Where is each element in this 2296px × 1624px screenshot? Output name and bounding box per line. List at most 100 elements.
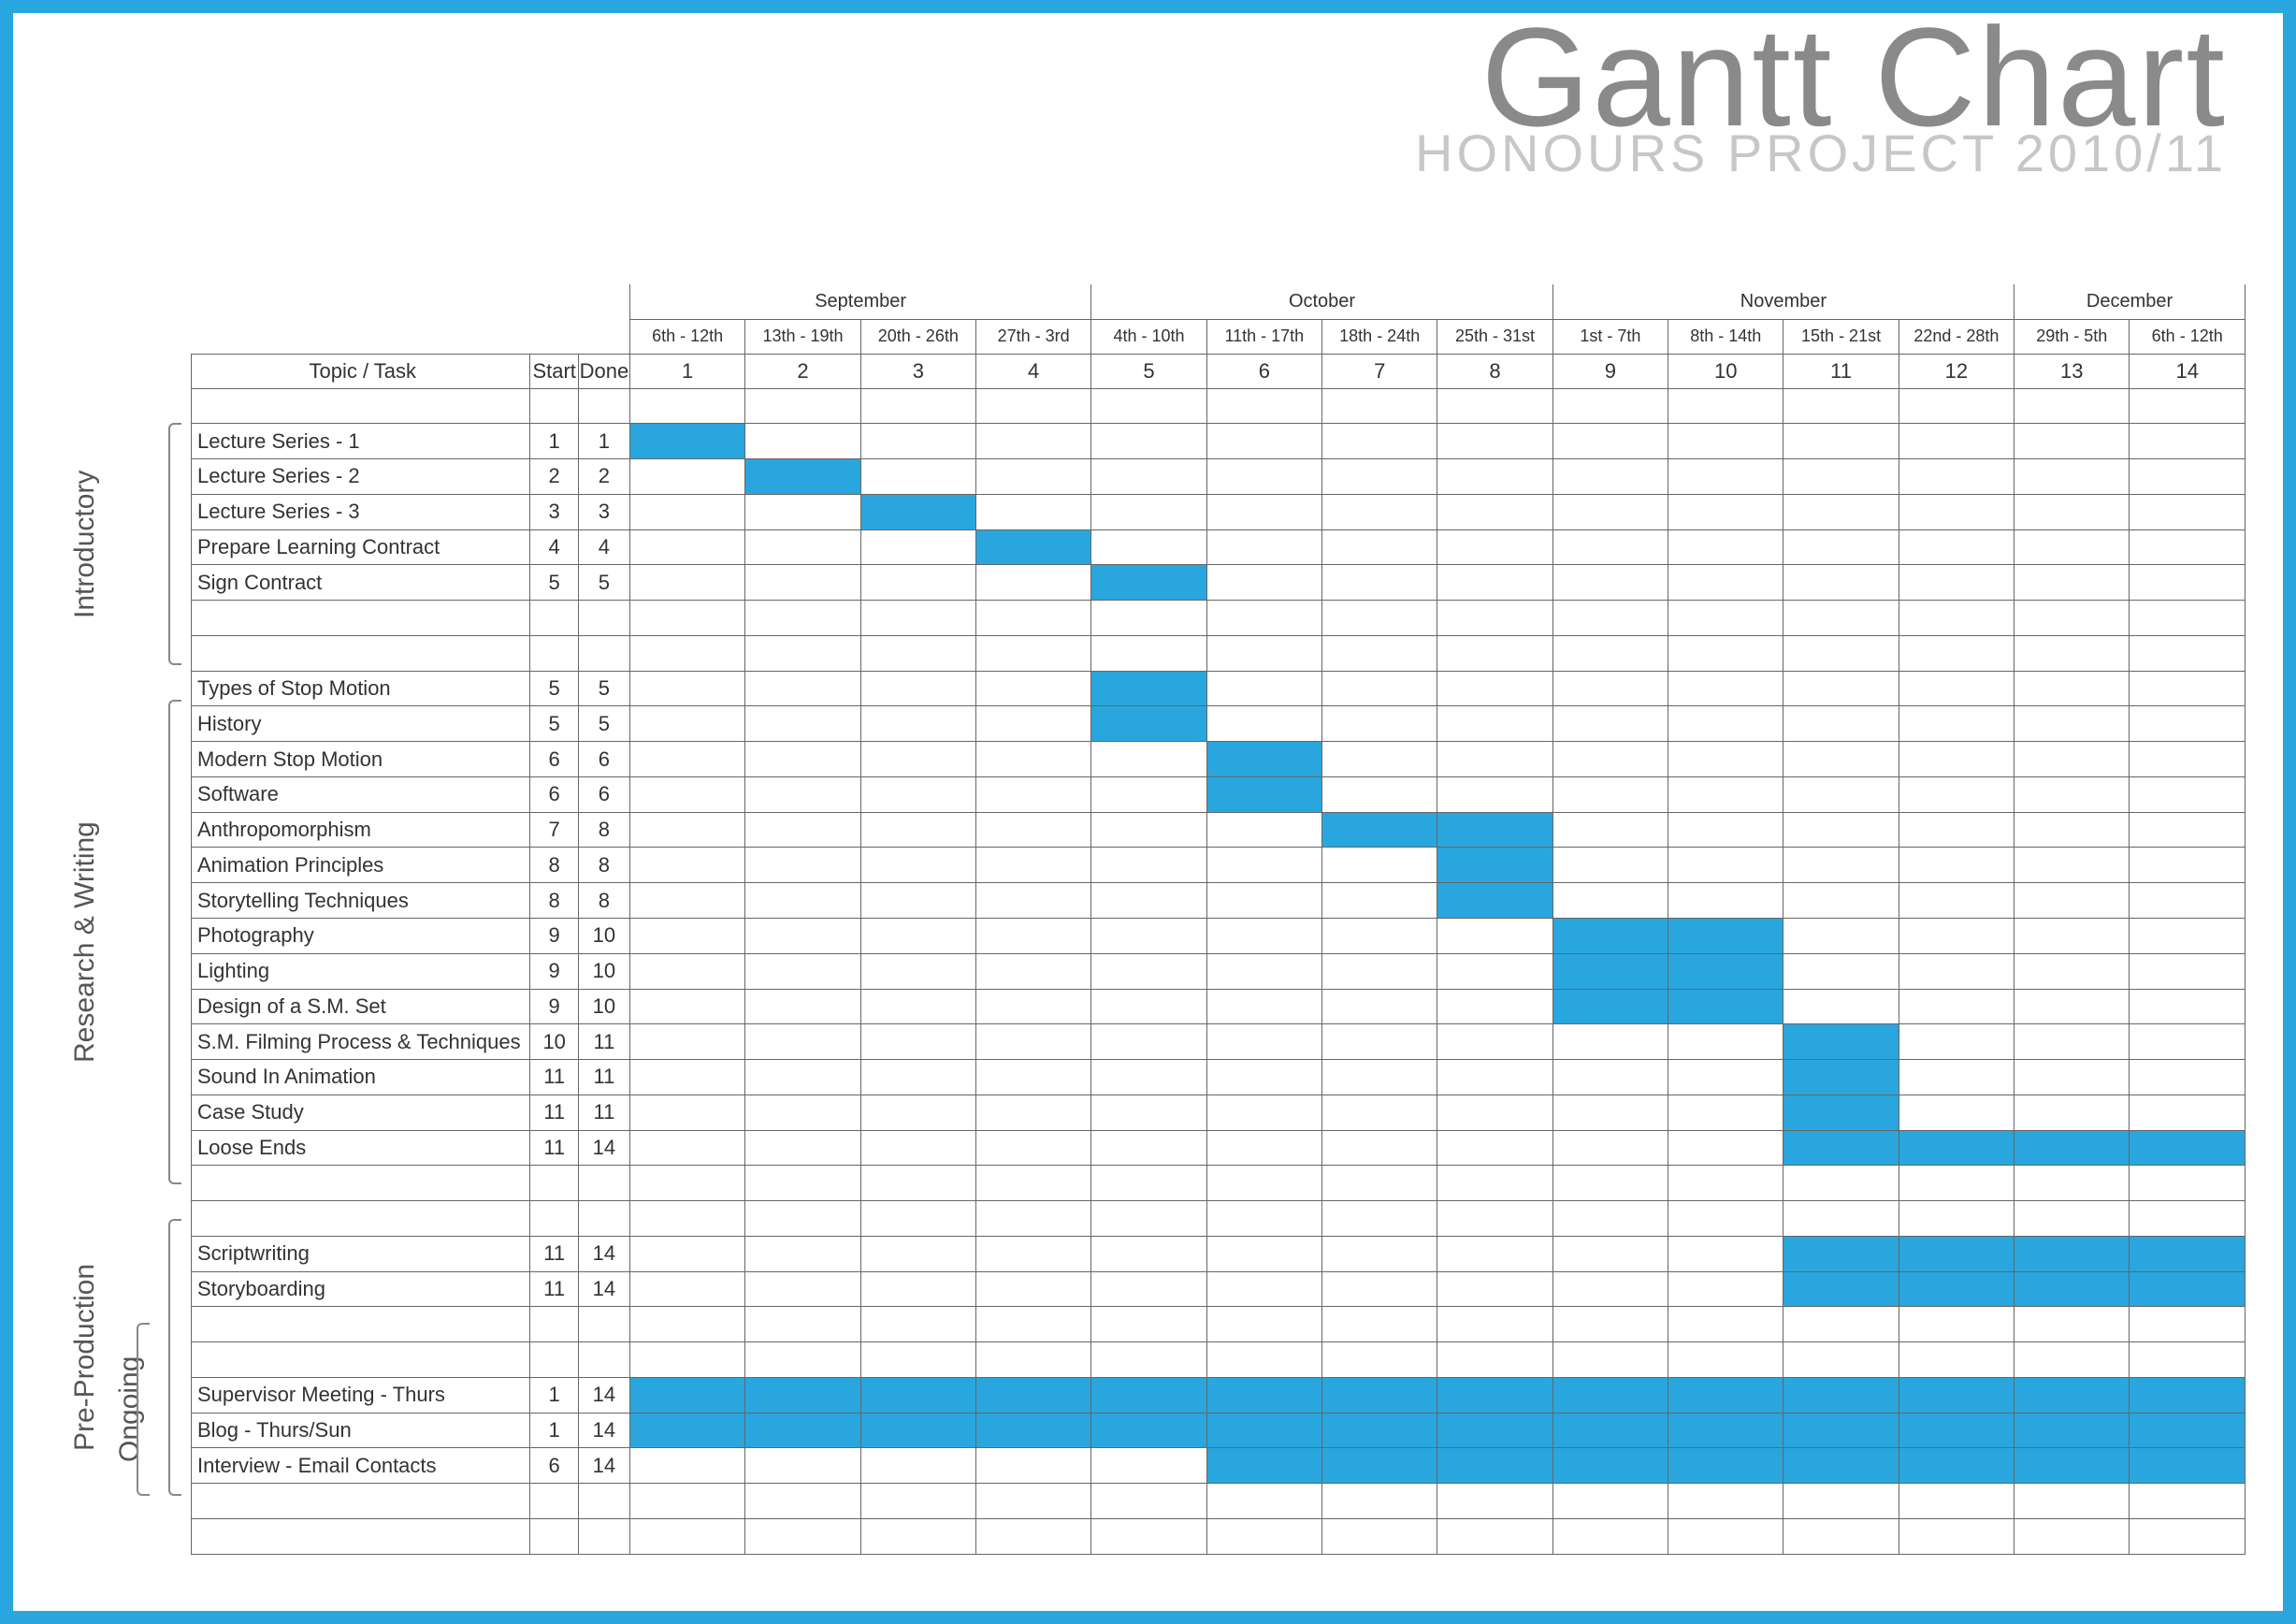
task-name: Lighting [192, 953, 530, 989]
gantt-cell [1322, 671, 1437, 706]
gantt-cell [975, 424, 1090, 459]
month-header: September [629, 284, 1090, 319]
gantt-cell [1783, 494, 1899, 529]
gantt-cell [1322, 424, 1437, 459]
start-week: 11 [530, 1271, 578, 1307]
gantt-cell [1899, 776, 2014, 812]
gantt-cell [2014, 671, 2130, 706]
done-week: 11 [578, 1095, 629, 1130]
gantt-cell [1899, 883, 2014, 919]
gantt-bar-cell [860, 1377, 975, 1413]
gantt-cell [1322, 953, 1437, 989]
gantt-cell [745, 1236, 860, 1271]
topic-task-header: Topic / Task [192, 354, 530, 388]
gantt-bar-cell [975, 1413, 1090, 1448]
gantt-cell [1899, 424, 2014, 459]
gantt-cell [2130, 742, 2245, 777]
gantt-cell [1552, 424, 1668, 459]
gantt-cell [1552, 1236, 1668, 1271]
week-range-header: 4th - 10th [1091, 319, 1206, 354]
gantt-cell [2130, 918, 2245, 953]
gantt-bar-cell [1783, 1024, 1899, 1060]
spacer-row [192, 1342, 2245, 1378]
phase-label: Research & Writing [69, 700, 101, 1184]
gantt-bar-cell [1899, 1377, 2014, 1413]
done-week: 5 [578, 706, 629, 742]
gantt-cell [629, 1060, 744, 1095]
gantt-cell [860, 459, 975, 495]
gantt-cell [1668, 1271, 1783, 1307]
gantt-cell [1322, 706, 1437, 742]
gantt-cell [2014, 1024, 2130, 1060]
gantt-bar-cell [1437, 1377, 1552, 1413]
gantt-bar-cell [1552, 918, 1668, 953]
gantt-cell [1206, 953, 1321, 989]
gantt-cell [1783, 776, 1899, 812]
gantt-bar-cell [1899, 1130, 2014, 1166]
gantt-cell [2130, 1024, 2245, 1060]
gantt-cell [1091, 812, 1206, 848]
title-block: Gantt Chart HONOURS PROJECT 2010/11 [1415, 21, 2227, 175]
task-row: Types of Stop Motion55 [192, 671, 2245, 706]
gantt-cell [1091, 883, 1206, 919]
week-number-header: 5 [1091, 354, 1206, 388]
gantt-cell [1552, 1271, 1668, 1307]
gantt-bar-cell [860, 494, 975, 529]
gantt-table: SeptemberOctoberNovemberDecember6th - 12… [191, 284, 2245, 1555]
gantt-cell [1668, 565, 1783, 601]
week-number-header: 3 [860, 354, 975, 388]
gantt-cell [1437, 776, 1552, 812]
gantt-cell [1322, 776, 1437, 812]
gantt-bar-cell [1783, 1377, 1899, 1413]
gantt-cell [2014, 565, 2130, 601]
gantt-cell [1437, 1236, 1552, 1271]
gantt-cell [1437, 1024, 1552, 1060]
gantt-bar-cell [1322, 1448, 1437, 1484]
gantt-cell [629, 706, 744, 742]
gantt-cell [1668, 1095, 1783, 1130]
gantt-cell [2130, 1060, 2245, 1095]
start-week: 11 [530, 1130, 578, 1166]
gantt-cell [975, 742, 1090, 777]
gantt-cell [1552, 1060, 1668, 1095]
gantt-cell [1206, 671, 1321, 706]
gantt-bar-cell [1437, 1413, 1552, 1448]
gantt-cell [1206, 1095, 1321, 1130]
task-row: Photography910 [192, 918, 2245, 953]
gantt-cell [1206, 565, 1321, 601]
gantt-cell [860, 953, 975, 989]
gantt-cell [1668, 459, 1783, 495]
task-name: Types of Stop Motion [192, 671, 530, 706]
gantt-bar-cell [1668, 918, 1783, 953]
gantt-cell [1899, 459, 2014, 495]
gantt-cell [745, 776, 860, 812]
gantt-cell [629, 1130, 744, 1166]
gantt-bar-cell [1322, 1413, 1437, 1448]
gantt-cell [745, 424, 860, 459]
gantt-cell [975, 848, 1090, 883]
gantt-cell [975, 953, 1090, 989]
gantt-cell [1091, 424, 1206, 459]
gantt-cell [629, 918, 744, 953]
gantt-cell [1091, 1448, 1206, 1484]
task-name: Animation Principles [192, 848, 530, 883]
spacer-row [192, 1201, 2245, 1237]
gantt-cell [1437, 529, 1552, 565]
task-name: Storyboarding [192, 1271, 530, 1307]
gantt-cell [1091, 1271, 1206, 1307]
gantt-cell [2130, 953, 2245, 989]
gantt-cell [2014, 812, 2130, 848]
done-week: 14 [578, 1413, 629, 1448]
gantt-cell [1552, 1130, 1668, 1166]
start-week: 8 [530, 883, 578, 919]
gantt-cell [1899, 918, 2014, 953]
gantt-cell [1668, 529, 1783, 565]
gantt-cell [1783, 459, 1899, 495]
gantt-cell [1783, 953, 1899, 989]
start-week: 5 [530, 671, 578, 706]
gantt-cell [1206, 706, 1321, 742]
week-range-header: 20th - 26th [860, 319, 975, 354]
phase-label: Introductory [69, 423, 101, 665]
gantt-bar-cell [1783, 1130, 1899, 1166]
gantt-cell [1091, 494, 1206, 529]
